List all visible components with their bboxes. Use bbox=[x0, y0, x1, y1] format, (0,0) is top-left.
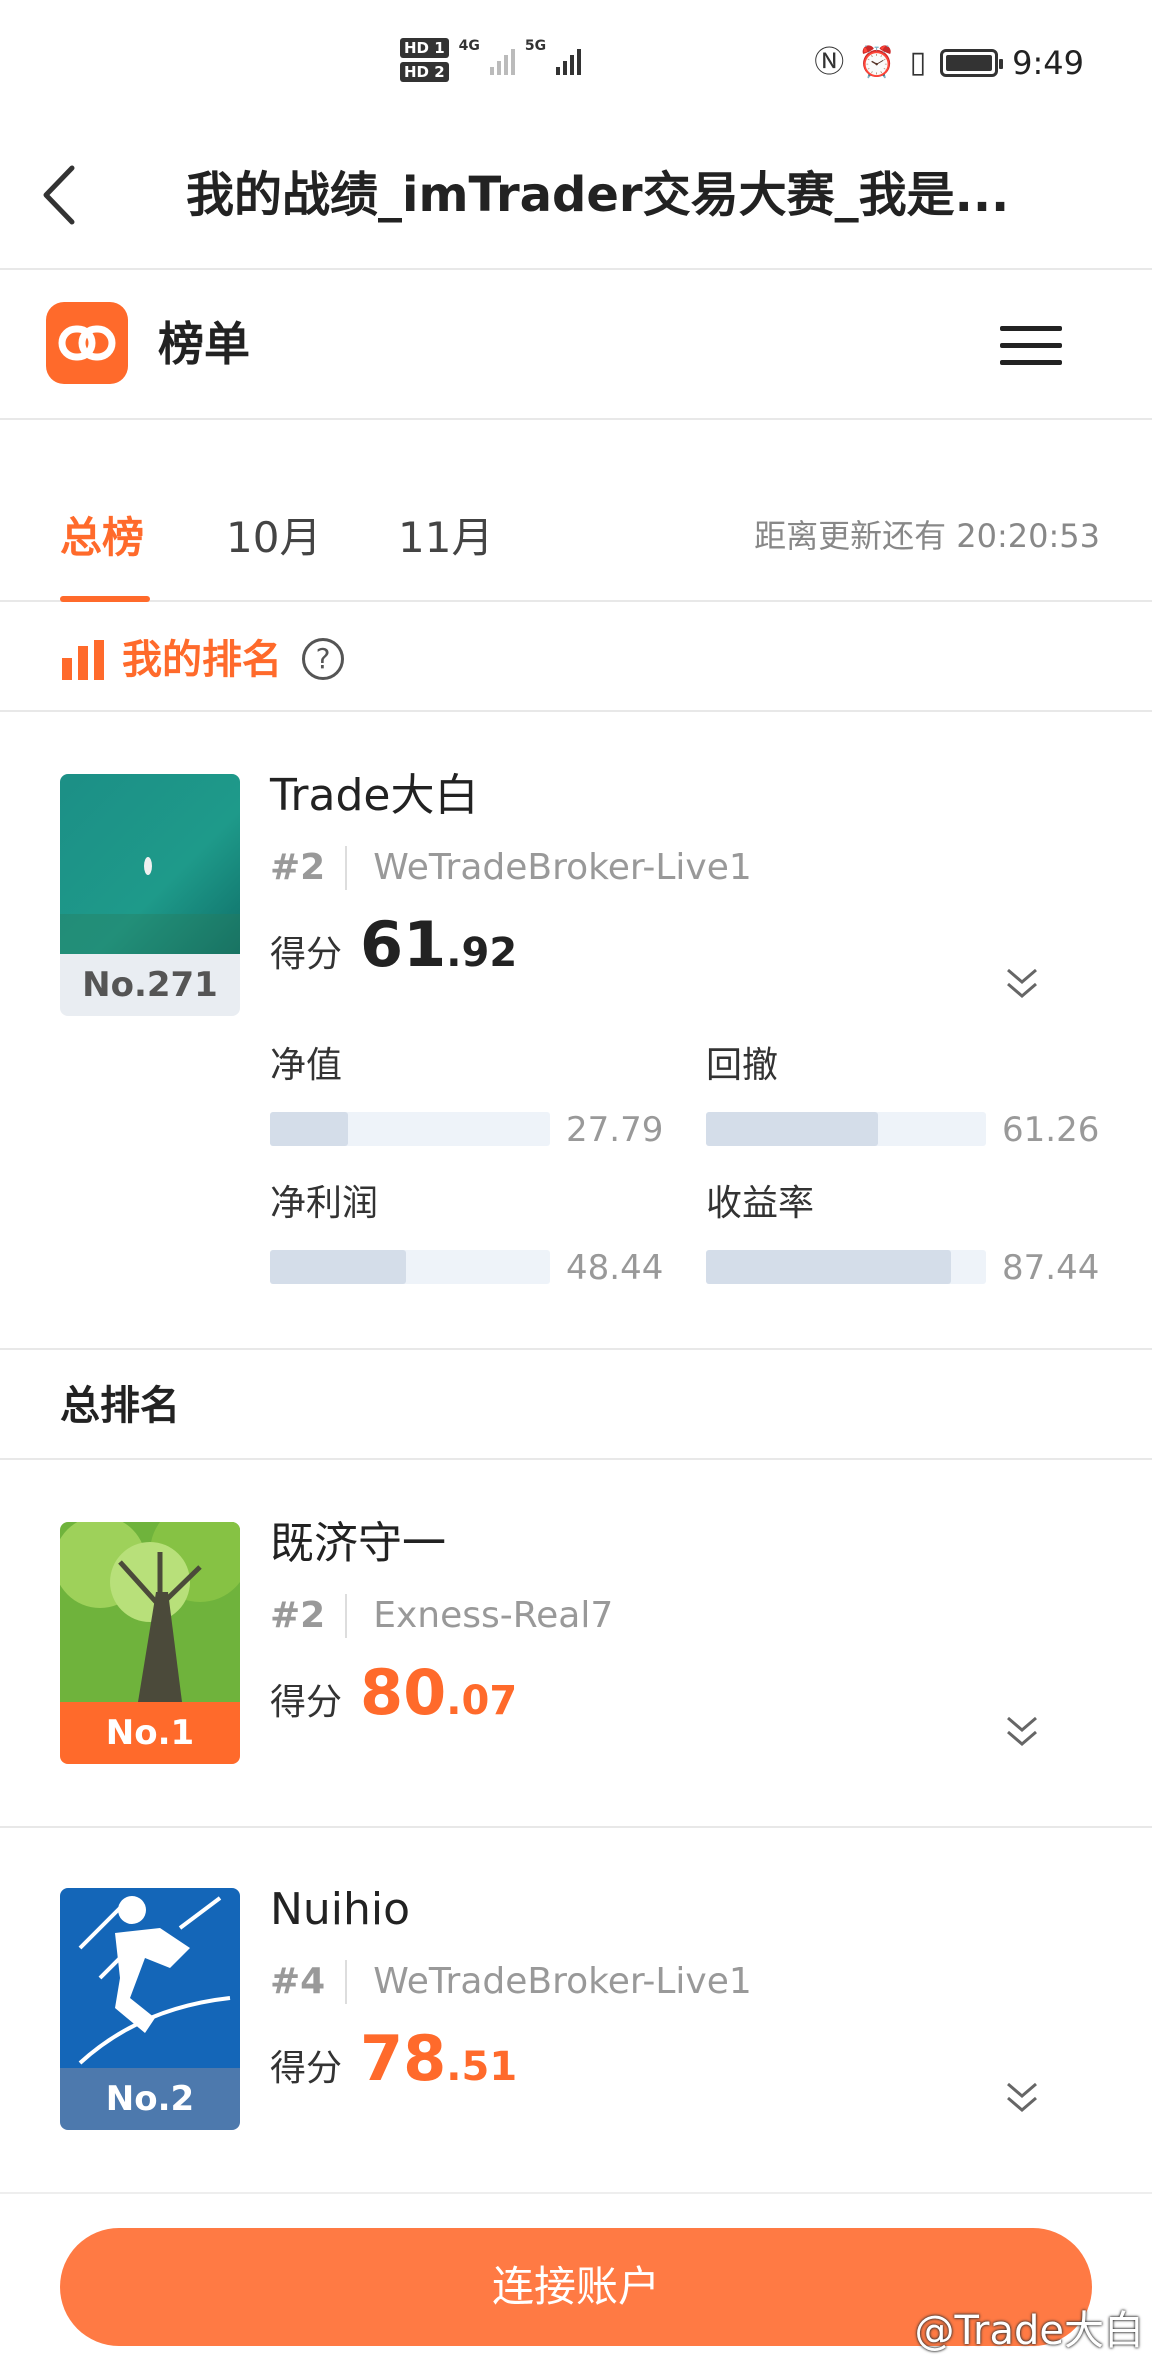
my-ranking-header: 我的排名 ? bbox=[0, 604, 1152, 712]
metric-drawdown: 回撤 61.26 bbox=[706, 1042, 1099, 1150]
expand-chevron-icon[interactable] bbox=[1002, 2078, 1042, 2118]
overall-ranking-header: 总排名 bbox=[0, 1348, 1152, 1460]
metric-value: 48.44 bbox=[566, 1248, 664, 1288]
app-logo-icon bbox=[46, 302, 128, 384]
signal-2-icon bbox=[556, 45, 582, 75]
account-meta: #2 WeTradeBroker-Live1 bbox=[270, 844, 752, 892]
ranking-entry-1[interactable]: No.1 既济守一 #2 Exness-Real7 得分 80 .07 bbox=[0, 1462, 1152, 1826]
tab-bar: 总榜 10月 11月 距离更新还有 20:20:53 bbox=[0, 470, 1152, 602]
page-title: 我的战绩_imTrader交易大赛_我是... bbox=[186, 167, 1010, 223]
clock: 9:49 bbox=[1012, 44, 1084, 82]
metric-bar-fill bbox=[270, 1250, 406, 1284]
avatar: No.271 bbox=[60, 774, 240, 1016]
metric-net-profit: 净利润 48.44 bbox=[270, 1180, 663, 1288]
avatar: No.2 bbox=[60, 1888, 240, 2130]
ranking-entry-2[interactable]: No.2 Nuihio #4 WeTradeBroker-Live1 得分 78… bbox=[0, 1828, 1152, 2192]
section-title: 总排名 bbox=[60, 1383, 180, 1429]
battery-icon bbox=[940, 49, 1004, 77]
metric-bar bbox=[270, 1112, 550, 1146]
score-integer: 78 bbox=[360, 2022, 447, 2095]
bottom-bar: 连接账户 @Trade大白 bbox=[0, 2192, 1152, 2376]
metric-label: 净利润 bbox=[270, 1183, 379, 1224]
net2-label: 5G bbox=[524, 38, 547, 54]
score: 得分 80 .07 bbox=[270, 1656, 517, 1729]
active-tab-indicator bbox=[60, 596, 150, 602]
expand-chevron-icon[interactable] bbox=[1002, 1712, 1042, 1752]
app-name: 榜单 bbox=[158, 317, 250, 371]
avatar-image bbox=[60, 1522, 240, 1702]
my-ranking-title: 我的排名 bbox=[122, 637, 282, 683]
metric-bar-fill bbox=[706, 1112, 878, 1146]
metric-bar-fill bbox=[706, 1250, 951, 1284]
account-number: #2 bbox=[270, 1595, 326, 1636]
trader-name: 既济守一 bbox=[270, 1518, 446, 1569]
avatar: No.1 bbox=[60, 1522, 240, 1764]
metric-bar bbox=[706, 1112, 986, 1146]
vibrate-icon: ▯ bbox=[909, 45, 927, 80]
metric-return-rate: 收益率 87.44 bbox=[706, 1180, 1099, 1288]
metric-value: 27.79 bbox=[566, 1110, 664, 1150]
expand-chevron-icon[interactable] bbox=[1002, 964, 1042, 1004]
rank-tag: No.271 bbox=[60, 954, 240, 1016]
network-status: HD 1 HD 2 4G 5G bbox=[400, 38, 582, 82]
watermark: @Trade大白 bbox=[914, 2308, 1144, 2354]
account-number: #2 bbox=[270, 847, 326, 888]
score-decimal: .51 bbox=[446, 2044, 518, 2090]
trader-name: Nuihio bbox=[270, 1884, 411, 1935]
sim1-badge: HD 1 bbox=[400, 38, 449, 58]
menu-icon[interactable] bbox=[1000, 326, 1062, 366]
account-number: #4 bbox=[270, 1961, 326, 2002]
sim2-badge: HD 2 bbox=[400, 62, 449, 82]
tab-october[interactable]: 10月 bbox=[226, 510, 321, 566]
alarm-icon: ⏰ bbox=[858, 45, 896, 80]
metric-label: 回撤 bbox=[706, 1045, 779, 1086]
separator bbox=[345, 1594, 348, 1638]
separator bbox=[345, 846, 348, 890]
broker-server: Exness-Real7 bbox=[373, 1595, 614, 1636]
metric-bar bbox=[270, 1250, 550, 1284]
app-bar: 榜单 bbox=[0, 272, 1152, 420]
back-arrow-icon[interactable] bbox=[38, 160, 88, 230]
score-decimal: .07 bbox=[446, 1678, 518, 1724]
help-icon[interactable]: ? bbox=[302, 638, 344, 680]
net1-label: 4G bbox=[458, 38, 480, 54]
metric-label: 收益率 bbox=[706, 1183, 815, 1224]
tab-overall[interactable]: 总榜 bbox=[60, 510, 144, 566]
score-decimal: .92 bbox=[446, 930, 518, 976]
rank-tag: No.2 bbox=[60, 2068, 240, 2130]
account-meta: #2 Exness-Real7 bbox=[270, 1592, 613, 1640]
separator bbox=[345, 1960, 348, 2004]
trader-name: Trade大白 bbox=[270, 770, 479, 821]
score-label: 得分 bbox=[270, 1682, 343, 1723]
broker-server: WeTradeBroker-Live1 bbox=[373, 847, 752, 888]
rank-tag: No.1 bbox=[60, 1702, 240, 1764]
score-label: 得分 bbox=[270, 934, 343, 975]
account-meta: #4 WeTradeBroker-Live1 bbox=[270, 1958, 752, 2006]
signal-1-icon bbox=[489, 45, 515, 75]
top-header: 我的战绩_imTrader交易大赛_我是... bbox=[0, 130, 1152, 270]
metric-bar-fill bbox=[270, 1112, 348, 1146]
update-countdown: 距离更新还有 20:20:53 bbox=[754, 517, 1100, 555]
bar-chart-icon bbox=[62, 640, 106, 680]
tab-november[interactable]: 11月 bbox=[398, 510, 493, 566]
metric-value: 61.26 bbox=[1002, 1110, 1100, 1150]
avatar-image bbox=[60, 774, 240, 954]
metric-bar bbox=[706, 1250, 986, 1284]
nfc-icon: Ⓝ bbox=[814, 45, 845, 80]
metric-value: 87.44 bbox=[1002, 1248, 1100, 1288]
score-integer: 61 bbox=[360, 908, 447, 981]
score-label: 得分 bbox=[270, 2048, 343, 2089]
my-ranking-card: No.271 Trade大白 #2 WeTradeBroker-Live1 得分… bbox=[0, 712, 1152, 1348]
score-integer: 80 bbox=[360, 1656, 447, 1729]
broker-server: WeTradeBroker-Live1 bbox=[373, 1961, 752, 2002]
system-icons: Ⓝ ⏰ ▯ 9:49 bbox=[814, 44, 1084, 82]
score: 得分 78 .51 bbox=[270, 2022, 517, 2095]
status-bar: HD 1 HD 2 4G 5G Ⓝ ⏰ ▯ 9:49 bbox=[0, 0, 1152, 130]
score: 得分 61 .92 bbox=[270, 908, 517, 981]
metric-label: 净值 bbox=[270, 1045, 343, 1086]
avatar-image bbox=[60, 1888, 240, 2068]
metric-net-value: 净值 27.79 bbox=[270, 1042, 663, 1150]
